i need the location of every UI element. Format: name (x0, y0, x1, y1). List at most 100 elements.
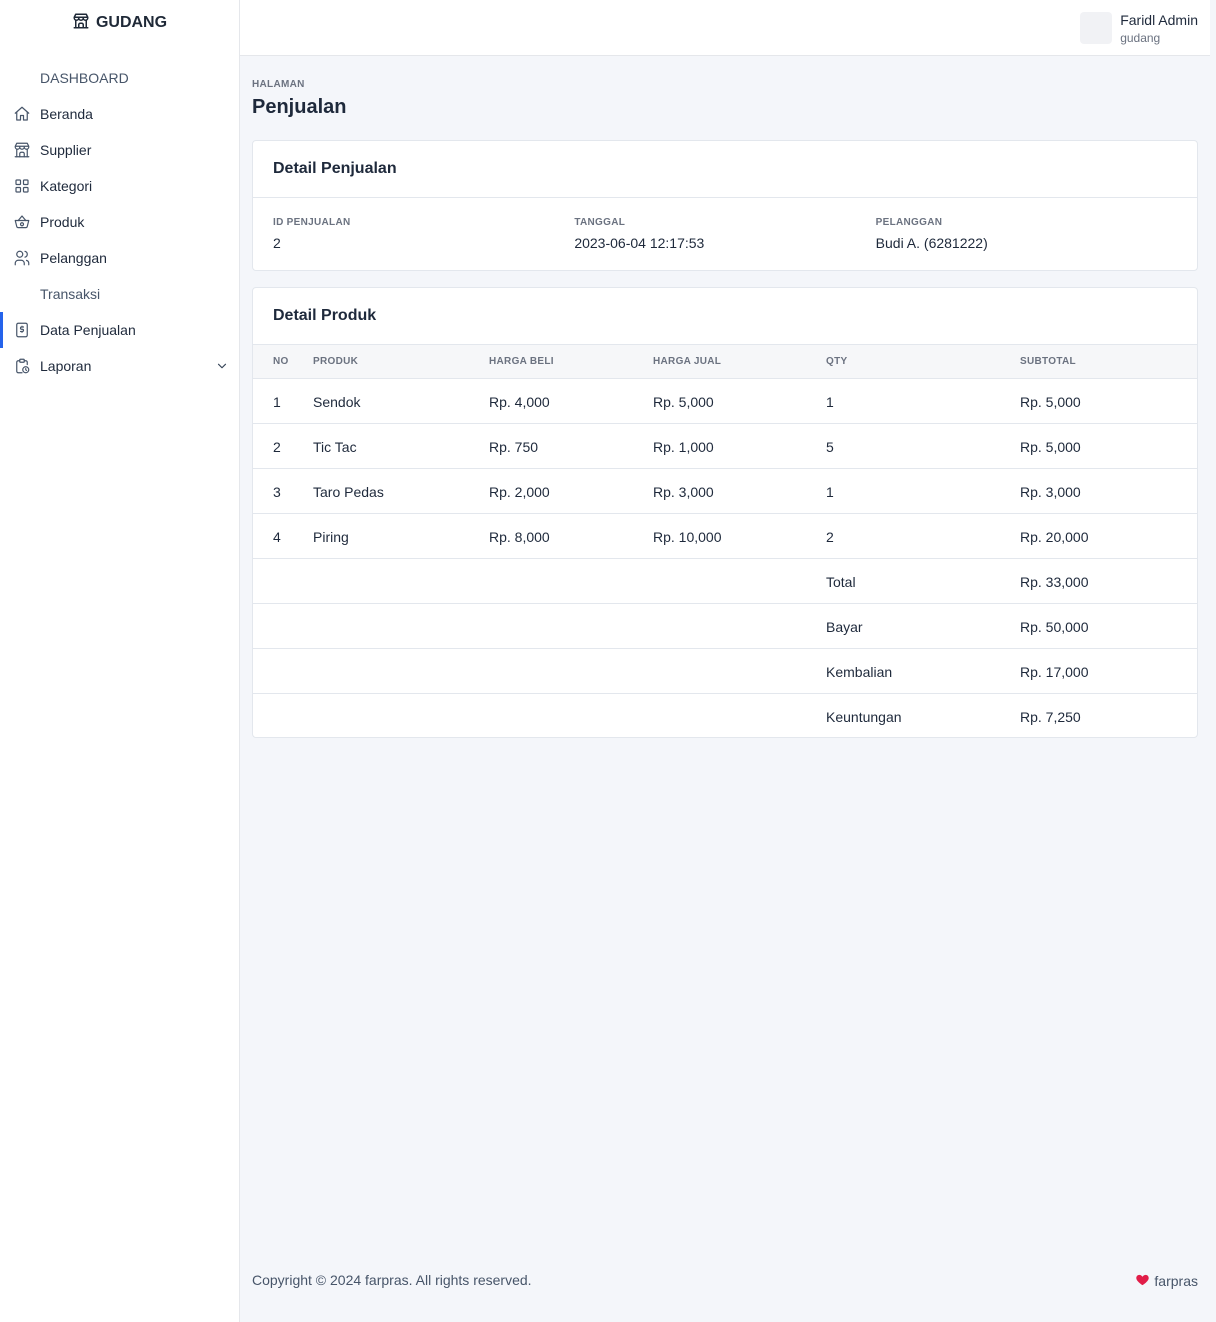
column-header-qty: QTY (826, 356, 848, 367)
table-row: 4 Piring Rp. 8,000 Rp. 10,000 2 Rp. 20,0… (253, 514, 1197, 559)
cell-produk: Piring (313, 529, 349, 545)
sidebar-item-label: Produk (40, 214, 85, 230)
table-header: NO PRODUK HARGA BELI HARGA JUAL QTY SUBT… (253, 345, 1197, 379)
section-transaksi: Transaksi (40, 286, 101, 302)
cell-harga-jual: Rp. 3,000 (653, 484, 714, 500)
cell-subtotal: Rp. 20,000 (1020, 529, 1089, 545)
chevron-down-icon[interactable] (215, 359, 229, 373)
sidebar-item-label: Kategori (40, 178, 93, 194)
user-name: Faridl Admin (1120, 12, 1198, 28)
cell-no: 1 (273, 394, 281, 410)
cell-qty: 5 (826, 439, 834, 455)
cell-no: 2 (273, 439, 281, 455)
cell-qty: 2 (826, 529, 834, 545)
section-dashboard: DASHBOARD (40, 70, 129, 86)
brand-name: GUDANG (95, 14, 168, 31)
sale-detail-card: Detail Penjualan ID PENJUALAN 2 TANGGAL … (252, 140, 1198, 271)
info-label: ID PENJUALAN (273, 217, 351, 228)
cell-no: 3 (273, 484, 281, 500)
column-header-subtotal: SUBTOTAL (1020, 356, 1076, 367)
cell-subtotal: Rp. 5,000 (1020, 439, 1081, 455)
footer-credit[interactable]: farpras (1135, 1272, 1198, 1290)
cell-no: 4 (273, 529, 281, 545)
sidebar-item-pelanggan[interactable]: Pelanggan (0, 240, 239, 276)
summary-row-keuntungan: Keuntungan Rp. 7,250 (253, 694, 1197, 739)
info-value: Budi A. (6281222) (875, 235, 988, 251)
brand[interactable]: GUDANG (0, 0, 239, 46)
cell-qty: 1 (826, 394, 834, 410)
column-header-produk: PRODUK (313, 356, 359, 367)
store-icon (72, 12, 90, 35)
info-label: PELANGGAN (875, 217, 943, 228)
summary-value: Rp. 17,000 (1020, 664, 1089, 680)
cell-subtotal: Rp. 3,000 (1020, 484, 1081, 500)
sidebar: GUDANG DASHBOARD Beranda Supplier Katego… (0, 0, 240, 1322)
summary-value: Rp. 33,000 (1020, 574, 1089, 590)
column-header-harga-jual: HARGA JUAL (653, 356, 722, 367)
info-id-penjualan: ID PENJUALAN 2 (273, 217, 574, 251)
sidebar-item-produk[interactable]: Produk (0, 204, 239, 240)
page-pretitle: HALAMAN (252, 79, 305, 90)
info-pelanggan: PELANGGAN Budi A. (6281222) (876, 217, 1177, 251)
home-icon (13, 105, 31, 123)
cell-qty: 1 (826, 484, 834, 500)
sidebar-item-label: Data Penjualan (40, 322, 136, 338)
cell-harga-jual: Rp. 1,000 (653, 439, 714, 455)
sidebar-item-beranda[interactable]: Beranda (0, 96, 239, 132)
summary-row-bayar: Bayar Rp. 50,000 (253, 604, 1197, 649)
cell-harga-beli: Rp. 4,000 (489, 394, 550, 410)
cell-produk: Taro Pedas (313, 484, 384, 500)
summary-label: Kembalian (826, 664, 893, 680)
cell-harga-jual: Rp. 5,000 (653, 394, 714, 410)
column-header-no: NO (273, 356, 289, 367)
store-icon (13, 141, 31, 159)
summary-label: Total (826, 574, 856, 590)
product-detail-card: Detail Produk NO PRODUK HARGA BELI HARGA… (252, 287, 1198, 738)
summary-value: Rp. 50,000 (1020, 619, 1089, 635)
cell-produk: Sendok (313, 394, 361, 410)
info-value: 2 (273, 235, 281, 251)
sidebar-item-label: Pelanggan (40, 250, 107, 266)
info-tanggal: TANGGAL 2023-06-04 12:17:53 (574, 217, 875, 251)
user-role: gudang (1120, 31, 1161, 45)
sidebar-item-data-penjualan[interactable]: Data Penjualan (0, 312, 239, 348)
main-content: HALAMAN Penjualan Detail Penjualan ID PE… (252, 56, 1198, 738)
column-header-harga-beli: HARGA BELI (489, 356, 554, 367)
summary-row-kembalian: Kembalian Rp. 17,000 (253, 649, 1197, 694)
sidebar-item-supplier[interactable]: Supplier (0, 132, 239, 168)
cell-subtotal: Rp. 5,000 (1020, 394, 1081, 410)
table-row: 3 Taro Pedas Rp. 2,000 Rp. 3,000 1 Rp. 3… (253, 469, 1197, 514)
heart-icon (1135, 1272, 1150, 1290)
card-title: Detail Produk (253, 288, 1197, 345)
topbar: Faridl Admin gudang (240, 0, 1210, 56)
summary-row-total: Total Rp. 33,000 (253, 559, 1197, 604)
summary-value: Rp. 7,250 (1020, 709, 1081, 725)
sidebar-item-label: Beranda (40, 106, 93, 122)
credit-link[interactable]: farpras (1154, 1273, 1198, 1289)
summary-label: Keuntungan (826, 709, 902, 725)
basket-icon (13, 213, 31, 231)
sidebar-item-laporan[interactable]: Laporan (0, 348, 239, 384)
card-title: Detail Penjualan (253, 141, 1197, 198)
table-body: 1 Sendok Rp. 4,000 Rp. 5,000 1 Rp. 5,000… (253, 379, 1197, 739)
table-row: 1 Sendok Rp. 4,000 Rp. 5,000 1 Rp. 5,000 (253, 379, 1197, 424)
scrollbar[interactable] (1210, 0, 1216, 1322)
page-title: Penjualan (252, 96, 347, 118)
sidebar-item-kategori[interactable]: Kategori (0, 168, 239, 204)
info-label: TANGGAL (574, 217, 626, 228)
sidebar-item-label: Supplier (40, 142, 92, 158)
cell-harga-beli: Rp. 2,000 (489, 484, 550, 500)
summary-label: Bayar (826, 619, 863, 635)
cell-harga-beli: Rp. 750 (489, 439, 539, 455)
cell-produk: Tic Tac (313, 439, 357, 455)
users-icon (13, 249, 31, 267)
cell-harga-jual: Rp. 10,000 (653, 529, 722, 545)
footer: Copyright © 2024 farpras. All rights res… (252, 1272, 1198, 1290)
user-menu[interactable]: Faridl Admin gudang (1080, 12, 1198, 48)
sidebar-item-label: Laporan (40, 358, 92, 374)
copyright-text: Copyright © 2024 farpras. All rights res… (252, 1272, 532, 1288)
table-row: 2 Tic Tac Rp. 750 Rp. 1,000 5 Rp. 5,000 (253, 424, 1197, 469)
grid-icon (13, 177, 31, 195)
avatar[interactable] (1080, 12, 1113, 44)
cell-harga-beli: Rp. 8,000 (489, 529, 550, 545)
